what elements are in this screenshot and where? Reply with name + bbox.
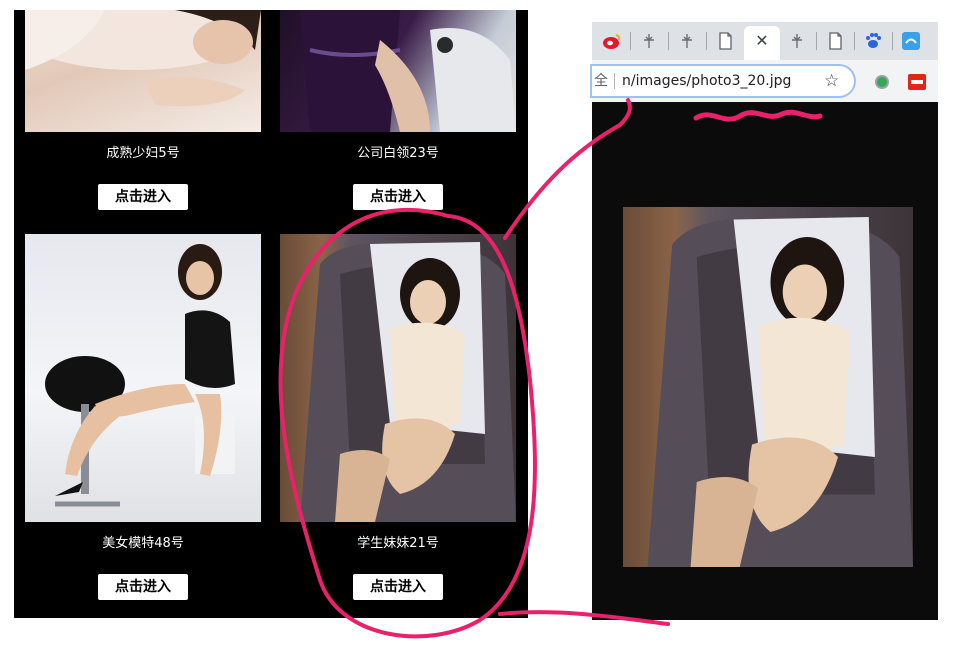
image-viewer (592, 102, 938, 620)
tab[interactable] (896, 26, 926, 56)
photo (280, 10, 516, 132)
tab-separator (668, 32, 669, 50)
tab[interactable] (672, 26, 702, 56)
tab[interactable] (596, 26, 626, 56)
tab-separator (854, 32, 855, 50)
photo (623, 207, 913, 567)
photo (25, 10, 261, 132)
tab[interactable] (634, 26, 664, 56)
tab-separator (892, 32, 893, 50)
tab-separator (706, 32, 707, 50)
thunder-icon (682, 34, 692, 48)
tab[interactable] (858, 26, 888, 56)
tab-strip: ✕ (592, 22, 938, 60)
card-image-2[interactable] (280, 10, 516, 132)
enter-button[interactable]: 点击进入 (353, 574, 443, 600)
green-circle-icon[interactable] (874, 74, 890, 90)
browser-window: ✕ 全 n/images/photo3_20.jpg ☆ (592, 22, 938, 620)
page-icon (829, 32, 842, 50)
address-divider (614, 73, 615, 89)
tab[interactable] (782, 26, 812, 56)
card-image-3[interactable] (25, 234, 261, 522)
toolbar: 全 ☆ (592, 60, 938, 102)
paw-icon (866, 33, 881, 48)
app-icon (902, 32, 920, 50)
viewer-image (623, 207, 913, 567)
tab[interactable] (820, 26, 850, 56)
tab[interactable] (710, 26, 740, 56)
card-caption: 美女模特48号 (102, 536, 184, 551)
page-icon (719, 32, 732, 50)
tab-separator (630, 32, 631, 50)
card-caption: 学生妹妹21号 (357, 536, 439, 551)
enter-button[interactable]: 点击进入 (98, 184, 188, 210)
thunder-icon (644, 34, 654, 48)
red-extension-icon[interactable] (908, 74, 926, 90)
thunder-icon (792, 34, 802, 48)
tab-active[interactable]: ✕ (744, 26, 780, 60)
enter-button[interactable]: 点击进入 (98, 574, 188, 600)
bookmark-star-icon[interactable]: ☆ (824, 66, 839, 96)
photo-shapes (647, 217, 913, 567)
photo-shapes (300, 242, 516, 522)
card-caption: 公司白领23号 (357, 146, 439, 161)
url-input[interactable] (622, 70, 808, 92)
card-caption: 成熟少妇5号 (106, 146, 180, 161)
address-bar[interactable]: 全 ☆ (592, 66, 854, 96)
card-image-4[interactable] (280, 234, 516, 522)
photo-shapes (45, 244, 235, 507)
photo-shapes (300, 10, 516, 132)
weibo-icon (603, 34, 621, 49)
security-label[interactable]: 全 (594, 66, 608, 96)
photo (25, 234, 261, 522)
photo (280, 234, 516, 522)
gallery: 成熟少妇5号 点击进入 公司白领23号 点击进入 美女模特48号 点击进入 学生… (14, 10, 528, 618)
tab-separator (816, 32, 817, 50)
enter-button[interactable]: 点击进入 (353, 184, 443, 210)
card-image-1[interactable] (25, 10, 261, 132)
close-icon[interactable]: ✕ (755, 31, 768, 50)
photo-shapes (25, 10, 261, 106)
